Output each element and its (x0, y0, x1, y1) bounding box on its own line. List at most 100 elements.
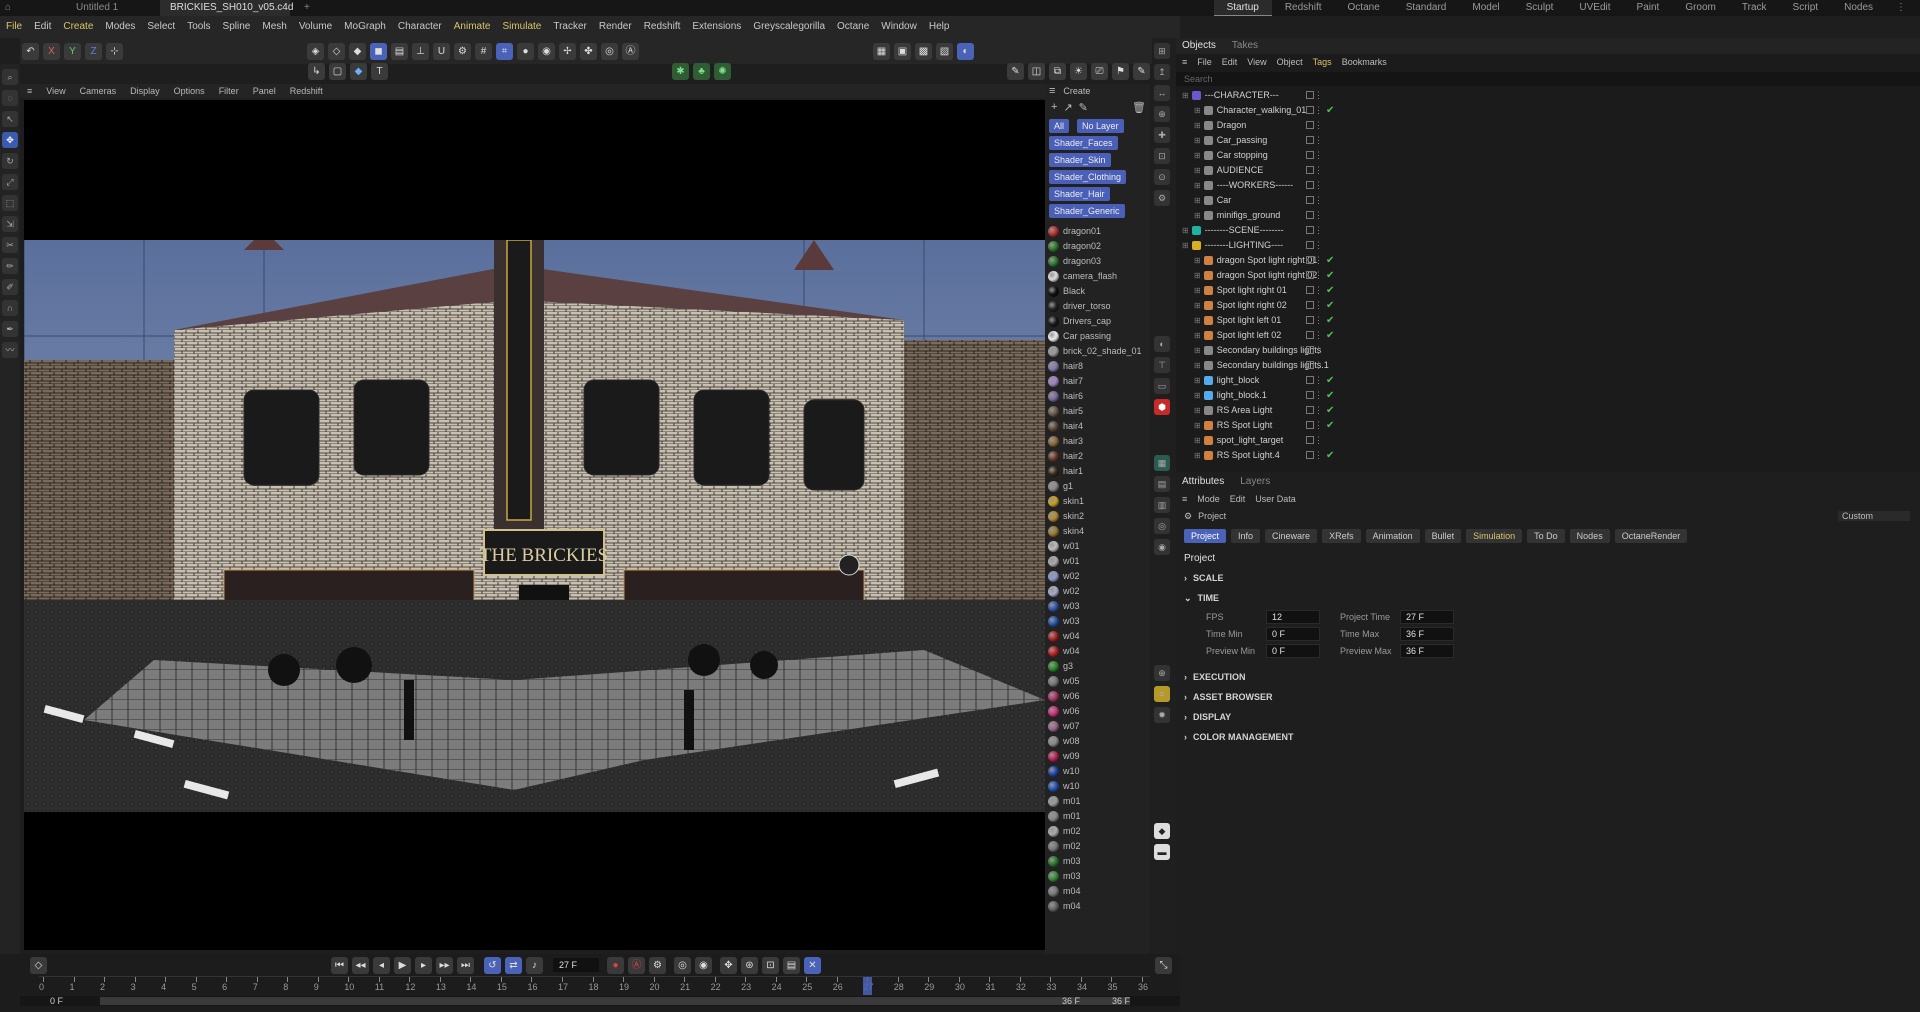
expand-icon[interactable]: ⊞ (1194, 253, 1201, 268)
deformer-icon[interactable]: ◎ (601, 42, 618, 60)
visibility-dots-icon[interactable]: ⋮ (1314, 193, 1323, 208)
timeline-ruler[interactable]: 0 1 2 3 4 5 6 7 8 9 10 11 12 13 14 15 16 17 18 19 20 21 22 23 24… (39, 976, 1150, 996)
expand-icon[interactable]: ⊞ (1182, 223, 1189, 238)
visibility-dots-icon[interactable]: ⋮ (1314, 253, 1323, 268)
enabled-check-icon[interactable]: ✔ (1326, 328, 1334, 343)
viewport-hamburger-icon[interactable]: ≡ (20, 84, 39, 98)
timeline-expand-icon[interactable]: ⤡ (1155, 956, 1172, 974)
objects-menu-edit[interactable]: Edit (1222, 57, 1238, 67)
object-row[interactable]: ⊞ ---CHARACTER--- ⋮ (1176, 88, 1920, 103)
key-pos-icon[interactable]: ◉ (695, 956, 712, 974)
object-row[interactable]: ⊞ RS Area Light ⋮ ✔ (1176, 403, 1920, 418)
keyframe-sel-icon[interactable]: ◎ (674, 956, 691, 974)
menu-window[interactable]: Window (875, 16, 923, 38)
expand-icon[interactable]: ⊞ (1194, 313, 1201, 328)
layer-box-icon[interactable] (1306, 106, 1314, 114)
layer-box-icon[interactable] (1306, 376, 1314, 384)
effector-icon[interactable]: ✱ (672, 62, 689, 80)
expand-icon[interactable]: ⊞ (1194, 358, 1201, 373)
layer-box-icon[interactable] (1306, 181, 1314, 189)
expand-icon[interactable]: ⊞ (1194, 373, 1201, 388)
grid-icon[interactable]: # (475, 42, 492, 60)
material-item[interactable]: skin1 (1045, 494, 1150, 509)
expand-icon[interactable]: ⊞ (1182, 88, 1189, 103)
objects-search-input[interactable]: Search (1176, 72, 1920, 86)
menu-mograph[interactable]: MoGraph (338, 16, 392, 38)
expand-icon[interactable]: ⊞ (1194, 268, 1201, 283)
custom-dropdown[interactable]: Custom (1838, 511, 1910, 521)
expand-icon[interactable]: ⊞ (1194, 283, 1201, 298)
material-item[interactable]: m04 (1045, 884, 1150, 899)
material-item[interactable]: Drivers_cap (1045, 314, 1150, 329)
doc-tab-active[interactable]: BRICKIES_SH010_v05.c4d * (160, 0, 293, 29)
cube-icon[interactable]: ◫ (1028, 62, 1045, 80)
camera-icon[interactable]: ⎚ (1091, 62, 1108, 80)
object-row[interactable]: ⊞ Secondary buildings lights ⋮ (1176, 343, 1920, 358)
loop-icon[interactable]: ↺ (484, 956, 501, 974)
sidebar-icon-15[interactable]: ◎ (1154, 518, 1170, 534)
snap-settings-icon[interactable]: ⚙ (454, 42, 471, 60)
doc-tab-untitled[interactable]: Untitled 1 (66, 0, 156, 16)
material-item[interactable]: w09 (1045, 749, 1150, 764)
layer-box-icon[interactable] (1306, 316, 1314, 324)
enabled-check-icon[interactable]: ✔ (1326, 418, 1334, 433)
layer-box-icon[interactable] (1306, 271, 1314, 279)
expand-icon[interactable]: ⊞ (1194, 163, 1201, 178)
record-icon[interactable]: ● (607, 956, 624, 974)
material-filter-chip[interactable]: Shader_Clothing (1049, 170, 1127, 184)
layer-box-icon[interactable] (1306, 421, 1314, 429)
menu-spline[interactable]: Spline (217, 16, 257, 38)
layer-box-icon[interactable] (1306, 286, 1314, 294)
layout-nodes[interactable]: Nodes (1831, 0, 1886, 16)
enabled-check-icon[interactable]: ✔ (1326, 253, 1334, 268)
key-param-icon[interactable]: ⊡ (762, 956, 779, 974)
sidebar-icon-6[interactable]: ⊡ (1154, 148, 1170, 164)
material-item[interactable]: hair8 (1045, 359, 1150, 374)
visibility-dots-icon[interactable]: ⋮ (1314, 238, 1323, 253)
range-start-field[interactable]: 0 F (50, 996, 63, 1006)
material-item[interactable]: m04 (1045, 899, 1150, 914)
material-item[interactable]: w02 (1045, 569, 1150, 584)
material-item[interactable]: hair1 (1045, 464, 1150, 479)
sidebar-icon-4[interactable]: ⊕ (1154, 106, 1170, 122)
timeline-playhead[interactable] (863, 977, 873, 995)
layer-box-icon[interactable] (1306, 241, 1314, 249)
object-row[interactable]: ⊞ minifigs_ground ⋮ (1176, 208, 1920, 223)
key-rot-icon[interactable]: ✥ (720, 956, 737, 974)
field-value[interactable]: 12 (1266, 609, 1320, 624)
range-end-field[interactable]: 36 F (1062, 996, 1080, 1006)
range-bar[interactable] (100, 997, 1130, 1005)
render-picture-viewer-icon[interactable]: ▣ (894, 42, 911, 60)
expand-icon[interactable]: ⊞ (1194, 343, 1201, 358)
field-value[interactable]: 27 F (1400, 609, 1454, 624)
enabled-check-icon[interactable]: ✔ (1326, 388, 1334, 403)
subtab-simulation[interactable]: Simulation (1466, 529, 1523, 543)
chat-icon[interactable]: ◆ (1154, 823, 1170, 839)
material-filter-chip[interactable]: Shader_Faces (1049, 136, 1118, 150)
object-row[interactable]: ⊞ light_block.1 ⋮ ✔ (1176, 388, 1920, 403)
model-mode-icon[interactable]: ◼ (370, 42, 387, 60)
knife-icon[interactable]: ✂ (2, 237, 18, 253)
visibility-dots-icon[interactable]: ⋮ (1314, 343, 1323, 358)
enabled-check-icon[interactable]: ✔ (1326, 313, 1334, 328)
material-item[interactable]: w01 (1045, 539, 1150, 554)
light-icon[interactable]: ☀ (1070, 62, 1087, 80)
visibility-dots-icon[interactable]: ⋮ (1314, 268, 1323, 283)
key-settings-icon[interactable]: ⚙ (649, 956, 666, 974)
object-row[interactable]: ⊞ Secondary buildings lights.1 ⋮ (1176, 358, 1920, 373)
key-mode-icon[interactable]: ✕ (804, 956, 821, 974)
subtab-bullet[interactable]: Bullet (1424, 529, 1462, 543)
keyframe-diamond-icon[interactable]: ◇ (30, 956, 47, 974)
tab-layers[interactable]: Layers (1240, 474, 1270, 490)
subtab-info[interactable]: Info (1231, 529, 1261, 543)
voronoi-icon[interactable]: ✺ (714, 62, 731, 80)
layer-box-icon[interactable] (1306, 256, 1314, 264)
viewport-menu-display[interactable]: Display (123, 84, 167, 98)
preview-range-icon[interactable]: ⇄ (505, 956, 522, 974)
visibility-dots-icon[interactable]: ⋮ (1314, 358, 1323, 373)
expand-icon[interactable]: ⊞ (1194, 433, 1201, 448)
visibility-dots-icon[interactable]: ⋮ (1314, 88, 1323, 103)
menu-character[interactable]: Character (392, 16, 448, 38)
sidebar-icon-14[interactable]: ▥ (1154, 497, 1170, 513)
layout-standard[interactable]: Standard (1393, 0, 1460, 16)
